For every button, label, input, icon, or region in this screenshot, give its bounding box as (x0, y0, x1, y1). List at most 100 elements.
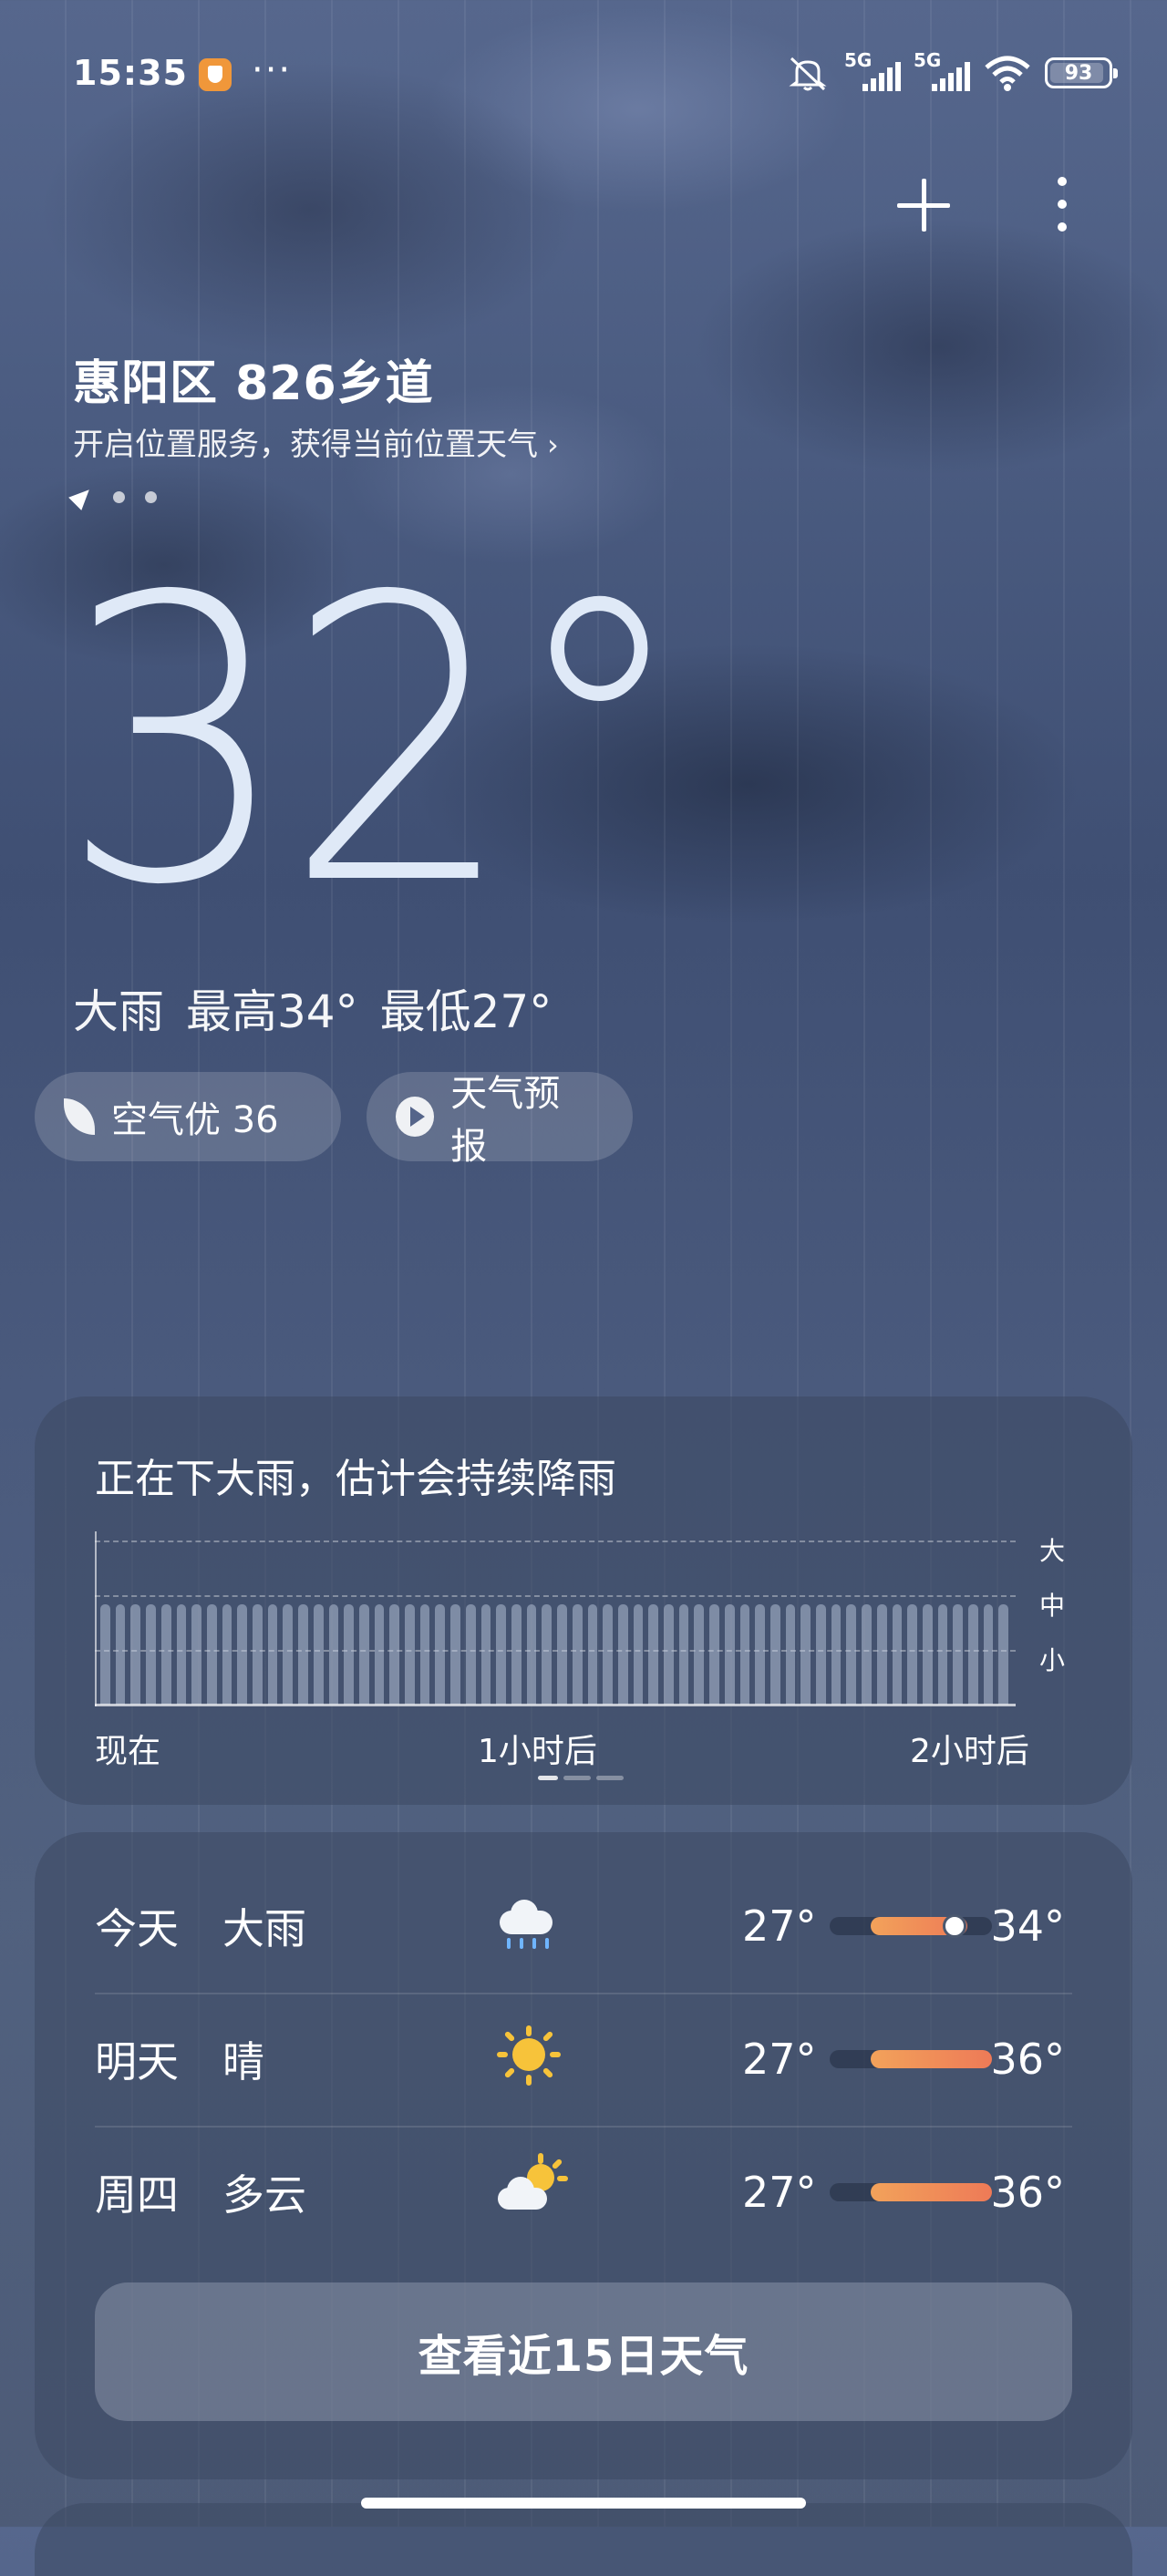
precipitation-bar (419, 1604, 430, 1705)
pager-dot (113, 490, 125, 503)
precipitation-card[interactable]: 正在下大雨，估计会持续降雨 大 中 小 现在 1小时后 2小时后 (35, 1396, 1132, 1805)
view-15-day-forecast-button[interactable]: 查看近15日天气 (95, 2282, 1072, 2421)
precipitation-bar (344, 1604, 354, 1705)
precipitation-bar (405, 1604, 415, 1705)
forecast-high: 34° (990, 1901, 1065, 1951)
chevron-right-icon: › (547, 428, 559, 462)
weather-forecast-video-button[interactable]: 天气预报 (367, 1072, 633, 1168)
precipitation-bar (358, 1604, 369, 1705)
precipitation-bar (876, 1604, 887, 1705)
forecast-low: 27° (742, 2168, 817, 2217)
pager-dot (145, 490, 157, 503)
precipitation-bar (480, 1604, 491, 1705)
daily-forecast-card: 今天 大雨 27° 34° 明天 晴 27° 36° 周四 多云 27° 36°… (35, 1832, 1132, 2479)
precipitation-bar (694, 1604, 705, 1705)
forecast-day: 今天 (95, 1904, 179, 1953)
precipitation-bar (100, 1604, 110, 1705)
precipitation-bar (465, 1604, 476, 1705)
temperature-range-bar (830, 2050, 992, 2068)
precipitation-bar (526, 1604, 537, 1705)
x-label-1h: 1小时后 (478, 1733, 597, 1770)
next-card-peek (35, 2503, 1132, 2576)
add-city-button[interactable] (892, 173, 955, 237)
high-temperature: 最高34° (186, 985, 358, 1038)
air-quality-button[interactable]: 空气优 36 (35, 1072, 341, 1161)
forecast-row-thursday[interactable]: 周四 多云 27° 36° (95, 2126, 1072, 2259)
current-condition: 大雨 (73, 985, 164, 1038)
more-notifications-icon: ··· (252, 49, 293, 91)
silent-bell-icon (784, 55, 831, 91)
precipitation-bar (739, 1604, 750, 1705)
precipitation-bar (709, 1604, 719, 1705)
precipitation-bar (678, 1604, 689, 1705)
precipitation-bar (953, 1604, 964, 1705)
precipitation-bar (374, 1604, 385, 1705)
precipitation-bar (496, 1604, 506, 1705)
precipitation-bar (283, 1604, 294, 1705)
forecast-low: 27° (742, 1901, 817, 1951)
precipitation-bars (100, 1568, 1009, 1705)
precipitation-bar (450, 1604, 460, 1705)
x-label-2h: 2小时后 (910, 1733, 1029, 1770)
low-temperature: 最低27° (379, 985, 553, 1038)
precipitation-bar (846, 1604, 857, 1705)
forecast-condition: 晴 (222, 2037, 264, 2087)
precipitation-bar (983, 1604, 994, 1705)
precipitation-bar (769, 1604, 780, 1705)
precipitation-bar (511, 1604, 522, 1705)
security-shield-icon (199, 58, 232, 91)
location-hint: 开启位置服务，获得当前位置天气 (73, 427, 538, 463)
precipitation-bar (633, 1604, 644, 1705)
precipitation-bar (617, 1604, 628, 1705)
forecast-high: 36° (990, 2035, 1065, 2084)
play-icon (396, 1097, 435, 1137)
precipitation-bar (160, 1604, 171, 1705)
precipitation-bar (542, 1604, 553, 1705)
precipitation-bar (115, 1604, 126, 1705)
home-indicator[interactable] (361, 2498, 806, 2509)
precipitation-bar (253, 1604, 263, 1705)
precipitation-bar (800, 1604, 811, 1705)
precipitation-bar (831, 1604, 842, 1705)
city-pager[interactable] (68, 483, 157, 510)
temperature-range-bar (830, 1914, 992, 1938)
forecast-row-today[interactable]: 今天 大雨 27° 34° (95, 1860, 1072, 1994)
precipitation-bar (130, 1604, 141, 1705)
precipitation-bar (648, 1604, 659, 1705)
level-label: 大 (1038, 1536, 1065, 1566)
status-time: 15:35 (73, 53, 188, 93)
precipitation-bar (146, 1604, 156, 1705)
forecast-low: 27° (742, 2035, 817, 2084)
forecast-day: 周四 (95, 2170, 179, 2220)
precipitation-bar (862, 1604, 872, 1705)
precipitation-bar (968, 1604, 978, 1705)
precipitation-bar (755, 1604, 765, 1705)
forecast-condition: 大雨 (222, 1904, 306, 1953)
precipitation-bar (222, 1604, 232, 1705)
precipitation-bar (191, 1604, 201, 1705)
status-bar: 15:35 ··· 5G 5G 93 (73, 49, 1118, 98)
precipitation-bar (267, 1604, 278, 1705)
enable-location-link[interactable]: 开启位置服务，获得当前位置天气 › (73, 419, 559, 464)
leaf-icon (64, 1098, 95, 1135)
precipitation-bar (557, 1604, 567, 1705)
forecast-day: 明天 (95, 2037, 179, 2087)
location-title: 惠阳区 826乡道 (73, 356, 434, 411)
precipitation-bar (587, 1604, 598, 1705)
precipitation-bar (664, 1604, 674, 1705)
current-temp-marker (942, 1914, 966, 1938)
more-options-button[interactable] (1030, 177, 1094, 232)
precipitation-bar (892, 1604, 903, 1705)
precipitation-chart: 大 中 小 (95, 1531, 1070, 1714)
heavy-rain-icon (494, 1894, 576, 1958)
location-arrow-icon (68, 483, 96, 510)
precipitation-bar (998, 1604, 1009, 1705)
precipitation-bar (206, 1604, 217, 1705)
forecast-row-tomorrow[interactable]: 明天 晴 27° 36° (95, 1993, 1072, 2128)
level-label: 中 (1038, 1591, 1065, 1621)
card-page-indicator (538, 1776, 624, 1780)
x-label-now: 现在 (95, 1733, 161, 1770)
precipitation-bar (937, 1604, 948, 1705)
level-label: 小 (1038, 1645, 1065, 1675)
partly-cloudy-icon (494, 2153, 576, 2224)
